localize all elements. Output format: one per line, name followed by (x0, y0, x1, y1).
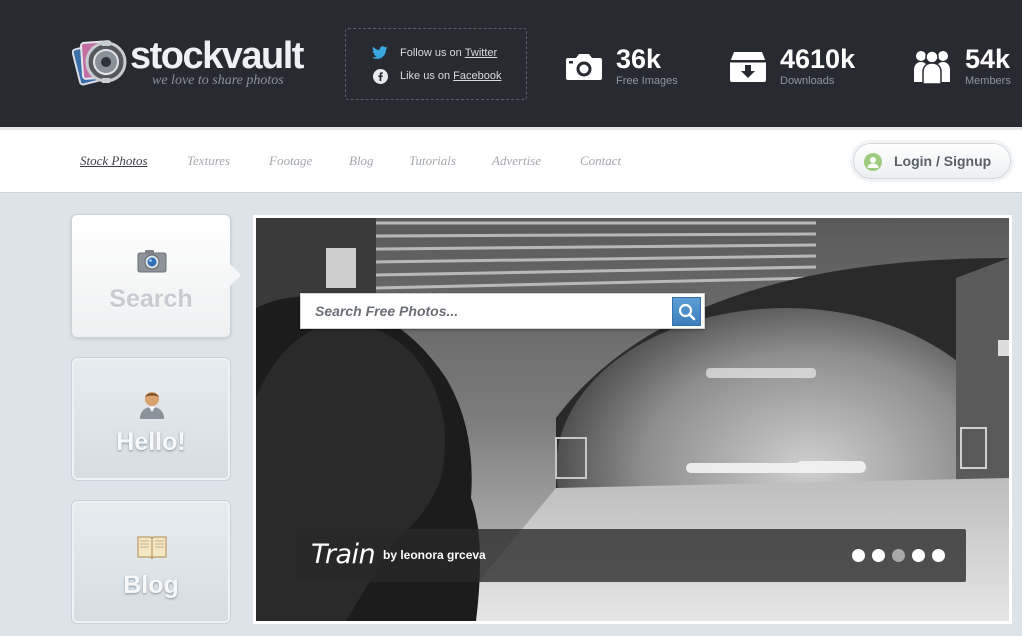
stat-label: Free Images (616, 75, 678, 87)
sidebar-card-label: Search (109, 285, 193, 313)
camera-icon (566, 54, 602, 80)
facebook-row: Like us on Facebook (372, 68, 501, 84)
stat-value: 4610k (780, 44, 856, 74)
camera-icon (137, 250, 167, 273)
book-icon (137, 536, 167, 560)
logo-wordmark: stockvault (130, 35, 304, 77)
stockvault-logo[interactable]: stockvault we love to share photos (72, 35, 304, 96)
nav-contact[interactable]: Contact (580, 153, 621, 169)
slide-pagination (852, 549, 952, 563)
slide-title[interactable]: Train (311, 539, 376, 570)
header-bar: stockvault we love to share photos Follo… (0, 0, 1022, 127)
twitter-link[interactable]: Twitter (465, 47, 497, 59)
slide-caption: Train by leonora grceva (296, 529, 966, 582)
slide-dot[interactable] (892, 549, 905, 562)
main-nav: Stock Photos Textures Footage Blog Tutor… (0, 127, 1022, 193)
sidebar-card-search[interactable]: Search (71, 214, 231, 338)
slide-dot[interactable] (872, 549, 885, 562)
download-box-icon (730, 52, 766, 82)
facebook-icon (372, 68, 388, 84)
slide-dot[interactable] (932, 549, 945, 562)
twitter-icon (372, 45, 388, 61)
twitter-row: Follow us on Twitter (372, 45, 497, 61)
stat-value: 36k (616, 44, 662, 74)
nav-stock-photos[interactable]: Stock Photos (80, 153, 148, 169)
facebook-prefix: Like us on (400, 70, 451, 82)
stat-label: Members (965, 75, 1011, 87)
search-icon (678, 303, 696, 321)
sidebar-card-label: Hello! (116, 428, 186, 456)
members-icon (914, 50, 950, 85)
sidebar-card-hello[interactable]: Hello! (71, 357, 231, 481)
search-input[interactable] (305, 297, 667, 325)
logo-photos-icon (72, 40, 127, 86)
sidebar-card-label: Blog (123, 571, 179, 599)
hero-search-box (300, 293, 705, 329)
nav-footage[interactable]: Footage (269, 153, 312, 169)
slide-dot[interactable] (852, 549, 865, 562)
user-icon (140, 392, 164, 419)
stat-label: Downloads (780, 75, 835, 87)
stat-value: 54k (965, 44, 1011, 74)
search-button[interactable] (672, 297, 701, 326)
slide-dot[interactable] (912, 549, 925, 562)
user-icon (864, 153, 882, 171)
nav-tutorials[interactable]: Tutorials (409, 153, 456, 169)
logo-tagline: we love to share photos (152, 73, 284, 88)
nav-advertise[interactable]: Advertise (492, 153, 541, 169)
facebook-link[interactable]: Facebook (453, 70, 501, 82)
nav-textures[interactable]: Textures (187, 153, 230, 169)
sidebar-card-blog[interactable]: Blog (71, 500, 231, 624)
social-box: Follow us on Twitter Like us on Facebook (345, 28, 527, 100)
nav-blog[interactable]: Blog (349, 153, 374, 169)
slide-author[interactable]: by leonora grceva (383, 548, 486, 562)
login-signup-label: Login / Signup (894, 153, 992, 169)
twitter-prefix: Follow us on (400, 47, 462, 59)
login-signup-button[interactable]: Login / Signup (853, 143, 1011, 179)
active-card-pointer (230, 264, 241, 286)
